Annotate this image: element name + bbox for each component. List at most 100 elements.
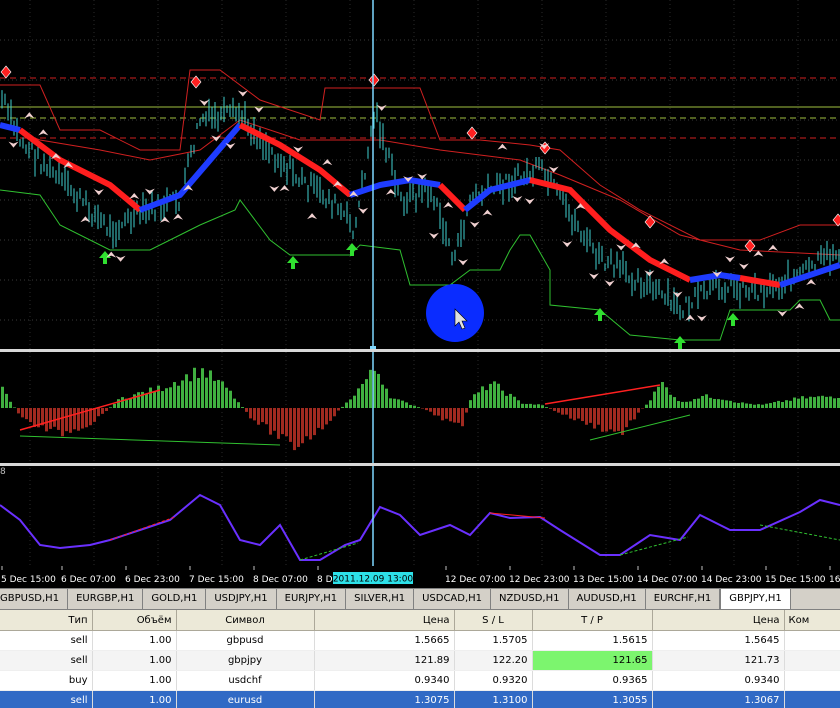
histogram-bar — [769, 403, 772, 408]
histogram-bar — [21, 408, 24, 418]
column-header[interactable]: Цена — [314, 610, 455, 631]
arrow-marker-icon — [322, 159, 333, 166]
histogram-bar — [237, 402, 240, 408]
order-cell-comment — [784, 670, 840, 691]
histogram-bar — [161, 391, 164, 408]
histogram-bar — [485, 390, 488, 408]
order-cell-tp: 1.5615 — [532, 630, 653, 651]
histogram-bar — [325, 408, 328, 425]
arrow-marker-icon — [497, 143, 508, 150]
histogram-bar — [329, 408, 332, 421]
trend-line — [0, 122, 840, 288]
order-cell-price: 1.5665 — [314, 630, 455, 651]
histogram-bar — [393, 398, 396, 408]
symbol-tab[interactable]: GBPJPY,H1 — [720, 589, 791, 609]
histogram-bar — [809, 396, 812, 408]
arrow-marker-icon — [8, 141, 19, 148]
column-header[interactable]: Ком — [784, 610, 840, 631]
order-cell-current: 0.9340 — [652, 670, 785, 691]
histogram-bar — [221, 381, 224, 408]
histogram-bar — [797, 398, 800, 408]
order-cell-sl: 0.9320 — [454, 670, 533, 691]
histogram-bar — [661, 382, 664, 408]
histogram-bar — [441, 408, 444, 421]
histogram-bar — [189, 381, 192, 408]
histogram-bar — [533, 404, 536, 408]
order-cell-type: buy — [0, 670, 93, 691]
symbol-tab[interactable]: USDJPY,H1 — [206, 589, 277, 609]
order-cell-price: 0.9340 — [314, 670, 455, 691]
column-header[interactable]: T / P — [532, 610, 653, 631]
symbol-tab[interactable]: GOLD,H1 — [143, 589, 207, 609]
signal-markers — [0, 65, 840, 349]
arrow-marker-icon — [173, 213, 184, 220]
order-row[interactable]: buy 1.00 usdchf 0.9340 0.9320 0.9365 0.9340 — [0, 670, 840, 691]
crosshair — [370, 0, 376, 575]
histogram-bar — [153, 391, 156, 408]
histogram-bar — [345, 402, 348, 408]
histogram-bar — [97, 408, 100, 417]
bear-trend-segment — [739, 275, 781, 288]
histogram-bar — [529, 403, 532, 408]
time-axis-label: 14 Dec 07:00 — [637, 575, 698, 585]
column-header[interactable]: Цена — [652, 610, 785, 631]
pane-separator-2[interactable] — [0, 463, 840, 466]
histogram-bar — [361, 383, 364, 408]
histogram-bar — [821, 395, 824, 408]
histogram-bar — [749, 403, 752, 408]
histogram-bar — [321, 408, 324, 430]
time-axis-label: 12 Dec 23:00 — [509, 575, 570, 585]
symbol-tab[interactable]: SILVER,H1 — [346, 589, 415, 609]
histogram-bar — [249, 408, 252, 419]
symbol-tab[interactable]: EURJPY,H1 — [277, 589, 347, 609]
arrow-marker-icon — [115, 255, 126, 262]
histogram-bar — [725, 400, 728, 408]
histogram-bar — [385, 388, 388, 408]
histogram-bar — [685, 401, 688, 408]
order-cell-comment — [784, 630, 840, 651]
symbol-tab[interactable]: EURGBP,H1 — [68, 589, 144, 609]
histogram-bar — [585, 408, 588, 425]
symbol-tab[interactable]: EURCHF,H1 — [646, 589, 721, 609]
arrow-marker-icon — [144, 188, 155, 195]
histogram-bar — [93, 408, 96, 422]
orders-table: Тип Объём Символ Цена S / LT / P Цена Ком sell… — [0, 610, 840, 708]
order-cell-volume: 1.00 — [92, 690, 177, 708]
pane-separator-1[interactable] — [0, 349, 840, 352]
column-header[interactable]: Символ — [176, 610, 315, 631]
symbol-tab[interactable]: USDCAD,H1 — [414, 589, 492, 609]
histogram-bar — [801, 396, 804, 408]
histogram-bar — [597, 408, 600, 425]
sell-signal-icon — [368, 73, 380, 87]
symbol-tab[interactable]: NZDUSD,H1 — [491, 589, 569, 609]
histogram-bar — [457, 408, 460, 423]
orders-header-row: Тип Объём Символ Цена S / LT / P Цена Ком — [0, 610, 840, 631]
chart-canvas[interactable]: 8 5 Dec 15:00 6 Dec 07:00 6 Dec 23:00 7 Dec… — [0, 0, 840, 588]
column-header[interactable]: S / L — [454, 610, 533, 631]
symbol-tab[interactable]: AUDUSD,H1 — [569, 589, 646, 609]
chart-area[interactable]: 8 5 Dec 15:00 6 Dec 07:00 6 Dec 23:00 7 Dec… — [0, 0, 840, 588]
order-row[interactable]: sell 1.00 gbpusd 1.5665 1.5705 1.5615 1.5645 — [0, 630, 840, 651]
histogram-bar — [213, 380, 216, 408]
arrow-marker-icon — [443, 202, 454, 209]
column-header[interactable]: Тип — [0, 610, 93, 631]
histogram-bar — [313, 408, 316, 436]
arrow-marker-icon — [738, 263, 749, 270]
histogram-bar — [565, 408, 568, 415]
histogram-bar — [341, 406, 344, 408]
column-header[interactable]: Объём — [92, 610, 177, 631]
buy-signal-icon — [674, 336, 686, 349]
histogram-bar — [613, 408, 616, 432]
histogram-bar — [17, 408, 20, 414]
arrow-marker-icon — [237, 90, 248, 97]
arrow-marker-icon — [376, 104, 387, 111]
histogram-bar — [109, 407, 112, 408]
order-cell-current: 121.73 — [652, 650, 785, 671]
histogram-bar — [377, 373, 380, 408]
osc-divergence-bull — [299, 542, 359, 561]
symbol-tab[interactable]: GBPUSD,H1 — [0, 589, 69, 609]
order-row[interactable]: sell 1.00 gbpjpy 121.89 122.20 121.65 121.73 — [0, 650, 840, 671]
order-cell-comment — [784, 650, 840, 671]
histogram-bar — [465, 408, 468, 413]
order-row[interactable]: sell 1.00 eurusd 1.3075 1.3100 1.3055 1.3067 — [0, 690, 840, 708]
